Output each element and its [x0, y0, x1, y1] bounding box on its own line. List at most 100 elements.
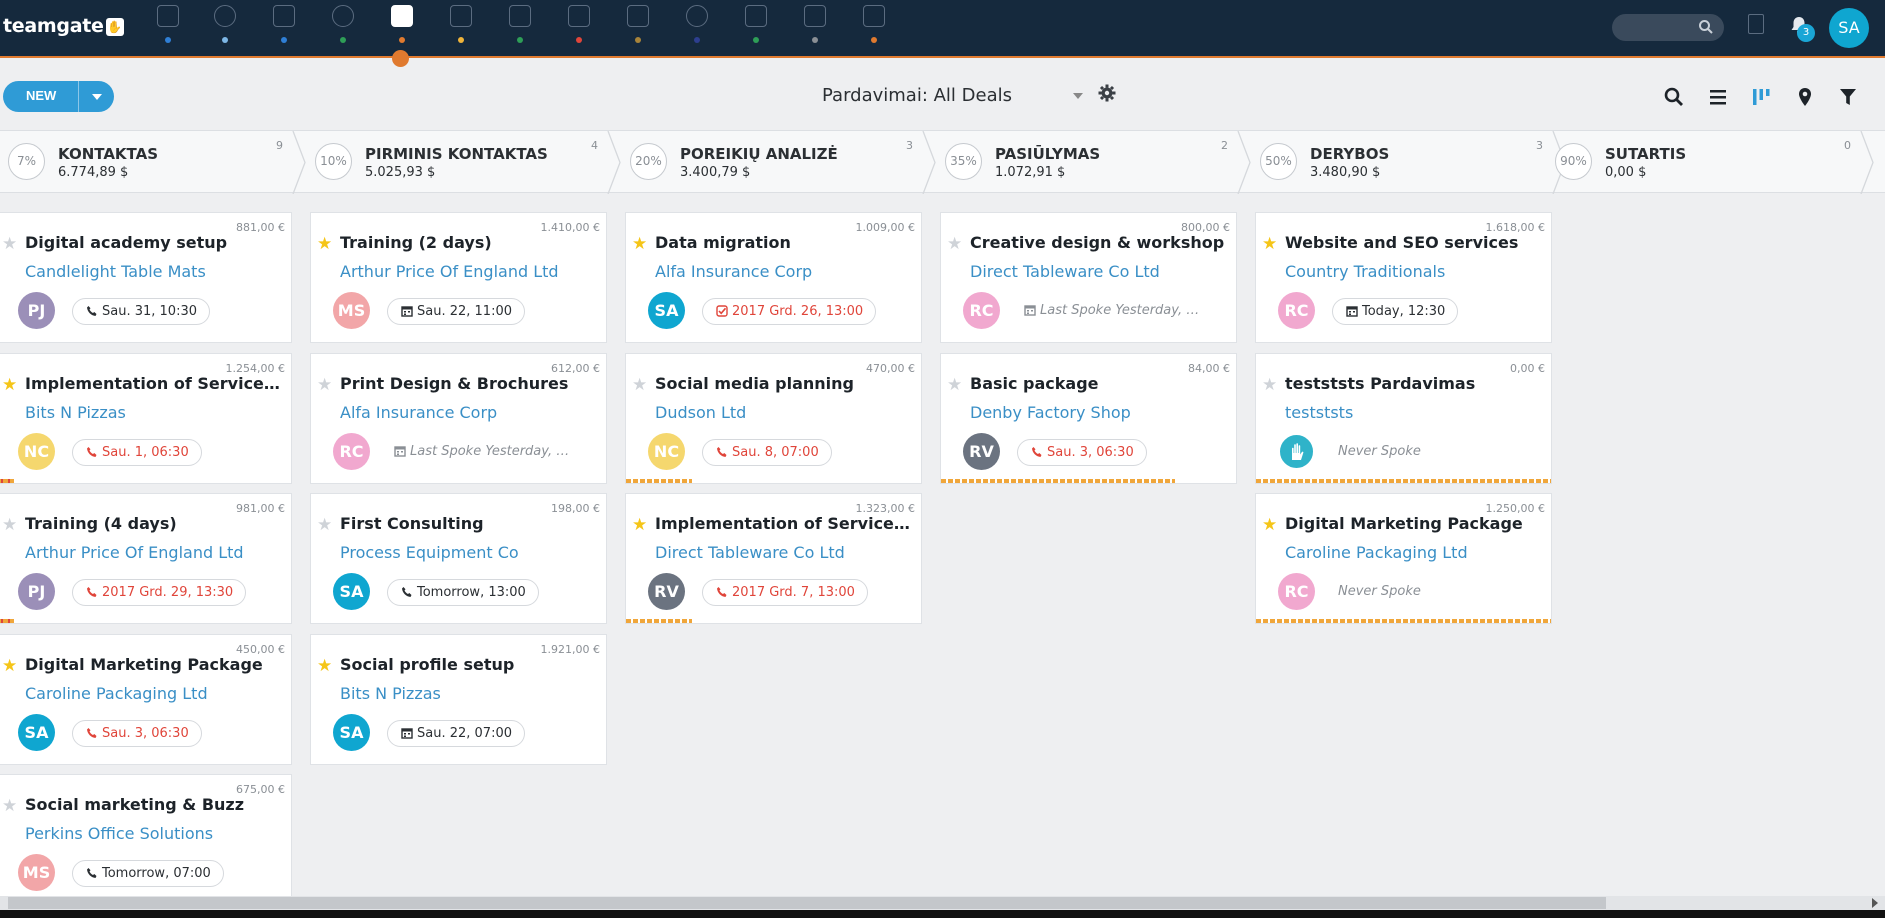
star-icon[interactable]: ★	[1262, 376, 1277, 394]
gear-icon[interactable]	[1098, 84, 1116, 102]
next-activity-chip[interactable]: 2017 Grd. 7, 13:00	[702, 579, 868, 606]
star-icon[interactable]: ★	[947, 376, 962, 394]
deal-title[interactable]: Implementation of Service D...	[655, 514, 915, 533]
nav-item-inbox[interactable]	[561, 0, 597, 56]
deal-company-link[interactable]: Country Traditionals	[1285, 262, 1445, 281]
pipeline-stage[interactable]: 10% PIRMINIS KONTAKTAS 5.025,93 $ 4	[315, 131, 622, 194]
star-icon[interactable]: ★	[317, 657, 332, 675]
star-icon[interactable]: ★	[632, 516, 647, 534]
next-activity-chip[interactable]: Sau. 3, 06:30	[72, 720, 202, 747]
next-activity-chip[interactable]: Last Spoke Yesterday, 12:...	[387, 439, 587, 466]
deal-title[interactable]: Social profile setup	[340, 655, 600, 674]
owner-avatar[interactable]: SA	[333, 714, 370, 751]
nav-item-clipboard[interactable]	[620, 0, 656, 56]
teamgate-logo[interactable]: teamgate ✋	[3, 14, 124, 38]
deal-card[interactable]: 612,00 € ★ Print Design & Brochures Alfa In…	[310, 353, 607, 484]
star-icon[interactable]: ★	[317, 516, 332, 534]
deal-card[interactable]: 1.250,00 € ★ Digital Marketing Package Caro…	[1255, 493, 1552, 624]
deal-card[interactable]: 84,00 € ★ Basic package Denby Factory Shop R…	[940, 353, 1237, 484]
next-activity-chip[interactable]: Never Spoke	[1332, 439, 1433, 466]
next-activity-chip[interactable]: Today, 12:30	[1332, 298, 1459, 325]
deal-company-link[interactable]: Caroline Packaging Ltd	[1285, 543, 1468, 562]
owner-avatar[interactable]: RC	[1278, 573, 1315, 610]
owner-avatar[interactable]: RV	[648, 573, 685, 610]
star-icon[interactable]: ★	[317, 376, 332, 394]
nav-item-companies[interactable]	[266, 0, 302, 56]
nav-item-dashboard[interactable]	[150, 0, 186, 56]
star-icon[interactable]: ★	[947, 235, 962, 253]
star-icon[interactable]: ★	[1262, 235, 1277, 253]
owner-avatar[interactable]: RC	[963, 292, 1000, 329]
pipeline-view-title[interactable]: Pardavimai: All Deals	[822, 85, 1012, 106]
owner-avatar[interactable]: MS	[333, 292, 370, 329]
kanban-view-icon[interactable]	[1750, 86, 1772, 108]
deal-company-link[interactable]: Direct Tableware Co Ltd	[970, 262, 1160, 281]
owner-avatar[interactable]: PJ	[18, 573, 55, 610]
deal-title[interactable]: Social media planning	[655, 374, 915, 393]
filter-icon[interactable]	[1837, 86, 1859, 108]
star-icon[interactable]: ★	[2, 516, 17, 534]
view-dropdown-chevron-icon[interactable]	[1073, 93, 1083, 99]
deal-card[interactable]: 800,00 € ★ Creative design & workshop Direc…	[940, 212, 1237, 343]
deal-title[interactable]: Digital Marketing Package	[25, 655, 285, 674]
pipeline-stage[interactable]: 50% DERYBOS 3.480,90 $ 3	[1260, 131, 1567, 194]
chevron-down-icon[interactable]	[92, 94, 102, 100]
star-icon[interactable]: ★	[2, 797, 17, 815]
next-activity-chip[interactable]: Sau. 1, 06:30	[72, 439, 202, 466]
star-icon[interactable]: ★	[2, 657, 17, 675]
scrollbar-thumb[interactable]	[8, 897, 1606, 909]
user-avatar[interactable]: SA	[1829, 8, 1869, 48]
next-activity-chip[interactable]: Sau. 3, 06:30	[1017, 439, 1147, 466]
pipeline-stage[interactable]: 90% SUTARTIS 0,00 $ 0	[1555, 131, 1875, 194]
next-activity-chip[interactable]: 2017 Grd. 29, 13:30	[72, 579, 247, 606]
scroll-right-arrow-icon[interactable]	[1872, 898, 1878, 908]
deal-company-link[interactable]: Dudson Ltd	[655, 403, 746, 422]
deal-card[interactable]: 1.009,00 € ★ Data migration Alfa Insurance …	[625, 212, 922, 343]
deal-card[interactable]: 198,00 € ★ First Consulting Process Equipme…	[310, 493, 607, 624]
deal-card[interactable]: 1.410,00 € ★ Training (2 days) Arthur Price…	[310, 212, 607, 343]
deal-company-link[interactable]: Process Equipment Co	[340, 543, 519, 562]
owner-avatar[interactable]: RC	[333, 433, 370, 470]
nav-item-people[interactable]	[325, 0, 361, 56]
list-view-icon[interactable]	[1707, 86, 1729, 108]
owner-avatar[interactable]: SA	[18, 714, 55, 751]
next-activity-chip[interactable]: Tomorrow, 13:00	[387, 579, 539, 606]
search-deals-icon[interactable]	[1663, 86, 1685, 108]
deal-company-link[interactable]: Caroline Packaging Ltd	[25, 684, 208, 703]
deal-company-link[interactable]: Perkins Office Solutions	[25, 824, 213, 843]
deal-card[interactable]: 0,00 € ★ testststs Pardavimas testststs Neve…	[1255, 353, 1552, 484]
deal-company-link[interactable]: Bits N Pizzas	[340, 684, 441, 703]
star-icon[interactable]: ★	[1262, 516, 1277, 534]
deal-title[interactable]: Training (2 days)	[340, 233, 600, 252]
deal-company-link[interactable]: Candlelight Table Mats	[25, 262, 206, 281]
deal-card[interactable]: 675,00 € ★ Social marketing & Buzz Perkins …	[0, 774, 292, 905]
deal-title[interactable]: Digital Marketing Package	[1285, 514, 1545, 533]
deal-card[interactable]: 881,00 € ★ Digital academy setup Candleligh…	[0, 212, 292, 343]
deal-company-link[interactable]: Arthur Price Of England Ltd	[340, 262, 559, 281]
owner-avatar[interactable]: MS	[18, 854, 55, 891]
deal-title[interactable]: Creative design & workshop	[970, 233, 1230, 252]
deal-company-link[interactable]: testststs	[1285, 403, 1353, 422]
map-pin-icon[interactable]	[1794, 86, 1816, 108]
nav-item-reports[interactable]	[679, 0, 715, 56]
pipeline-stage[interactable]: 20% POREIKIŲ ANALIZĖ 3.400,79 $ 3	[630, 131, 937, 194]
deal-title[interactable]: First Consulting	[340, 514, 600, 533]
owner-avatar[interactable]: RV	[963, 433, 1000, 470]
deal-card[interactable]: 1.618,00 € ★ Website and SEO services Count…	[1255, 212, 1552, 343]
nav-item-messages[interactable]	[738, 0, 774, 56]
deal-title[interactable]: Website and SEO services	[1285, 233, 1545, 252]
deal-company-link[interactable]: Direct Tableware Co Ltd	[655, 543, 845, 562]
deal-card[interactable]: 1.323,00 € ★ Implementation of Service D..…	[625, 493, 922, 624]
nav-item-notes[interactable]	[797, 0, 833, 56]
next-activity-chip[interactable]: Tomorrow, 07:00	[72, 860, 224, 887]
deal-title[interactable]: testststs Pardavimas	[1285, 374, 1545, 393]
deal-title[interactable]: Data migration	[655, 233, 915, 252]
deal-company-link[interactable]: Arthur Price Of England Ltd	[25, 543, 244, 562]
next-activity-chip[interactable]: Sau. 22, 07:00	[387, 720, 525, 747]
star-icon[interactable]: ★	[2, 376, 17, 394]
star-icon[interactable]: ★	[317, 235, 332, 253]
star-icon[interactable]: ★	[632, 376, 647, 394]
deal-card[interactable]: 1.921,00 € ★ Social profile setup Bits N Pi…	[310, 634, 607, 765]
star-icon[interactable]: ★	[2, 235, 17, 253]
new-button[interactable]: NEW	[3, 81, 114, 112]
